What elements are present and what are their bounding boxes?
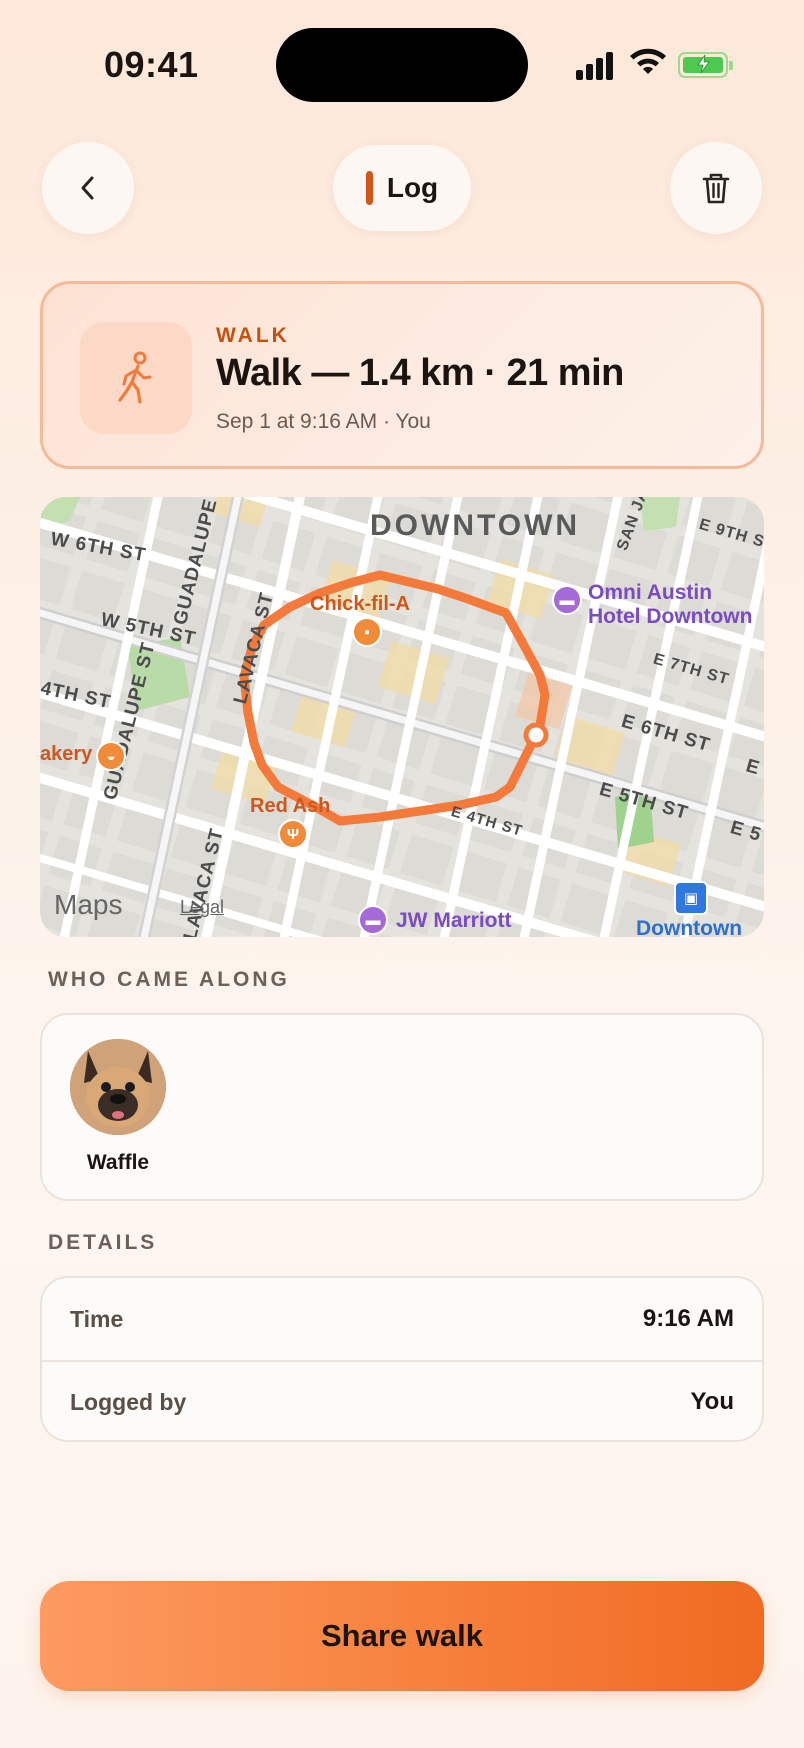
activity-subtitle: Sep 1 at 9:16 AM · You	[216, 410, 431, 433]
wifi-icon	[630, 48, 666, 74]
activity-category: WALK	[216, 324, 290, 347]
legal-link[interactable]: Legal	[180, 897, 224, 918]
activity-title: Walk — 1.4 km · 21 min	[216, 352, 624, 394]
status-bar: 09:41	[0, 0, 804, 130]
cellular-signal-icon	[576, 50, 616, 80]
poi-label-line: Omni Austin	[588, 581, 713, 604]
fork-knife-pin-icon[interactable]: Ψ	[278, 819, 308, 849]
companions-heading: WHO CAME ALONG	[48, 968, 290, 991]
detail-row-logged-by: Logged by You	[42, 1361, 762, 1443]
detail-value: You	[690, 1388, 734, 1415]
poi-label: Omni Austin Hotel Downtown	[588, 581, 752, 629]
trash-icon	[702, 173, 730, 204]
delete-button[interactable]	[670, 142, 762, 234]
avatar[interactable]	[70, 1039, 166, 1135]
details-heading: DETAILS	[48, 1231, 158, 1254]
train-station-icon[interactable]: ▣	[674, 881, 708, 915]
poi-label-line: Hotel Downtown	[588, 605, 753, 628]
hotel-pin-icon[interactable]: ▬	[358, 905, 388, 935]
poi-label: JW Marriott	[396, 909, 512, 932]
battery-icon	[678, 52, 733, 78]
log-tab[interactable]: Log	[333, 145, 471, 231]
chevron-left-icon	[81, 176, 94, 200]
status-time: 09:41	[104, 44, 199, 85]
dynamic-island	[276, 28, 528, 102]
companions-card: Waffle	[40, 1013, 764, 1201]
dog-avatar-icon	[70, 1039, 166, 1135]
detail-row-time: Time 9:16 AM	[42, 1278, 762, 1362]
district-label: DOWNTOWN	[370, 509, 581, 542]
detail-label: Logged by	[70, 1389, 187, 1415]
companion-name: Waffle	[86, 1151, 150, 1174]
maps-logo-text: Maps	[54, 889, 123, 920]
route-marker	[523, 722, 549, 748]
share-walk-button[interactable]: Share walk	[40, 1581, 764, 1691]
activity-summary-card: WALK Walk — 1.4 km · 21 min Sep 1 at 9:1…	[40, 281, 764, 469]
detail-label: Time	[70, 1306, 124, 1332]
detail-value: 9:16 AM	[642, 1305, 734, 1332]
hotel-pin-icon[interactable]: ▬	[552, 585, 582, 615]
poi-label: Chick-fil-A	[310, 593, 410, 615]
back-button[interactable]	[42, 142, 134, 234]
route-map[interactable]: DOWNTOWN W 6TH ST W 5TH ST 4TH ST GUADAL…	[40, 497, 764, 937]
restaurant-pin-icon[interactable]: ▪	[352, 617, 382, 647]
share-walk-label: Share walk	[321, 1618, 483, 1653]
details-card: Time 9:16 AM Logged by You	[40, 1276, 764, 1442]
map-canvas	[40, 497, 764, 937]
poi-label: Red Ash	[250, 795, 331, 817]
bakery-pin-icon[interactable]: ◒	[96, 741, 126, 771]
walking-person-icon	[80, 322, 192, 434]
log-indicator	[365, 171, 373, 205]
poi-label: akery	[40, 743, 93, 765]
apple-maps-logo: Maps	[54, 889, 122, 921]
poi-label: Downtown	[636, 917, 743, 937]
log-label: Log	[386, 172, 439, 203]
